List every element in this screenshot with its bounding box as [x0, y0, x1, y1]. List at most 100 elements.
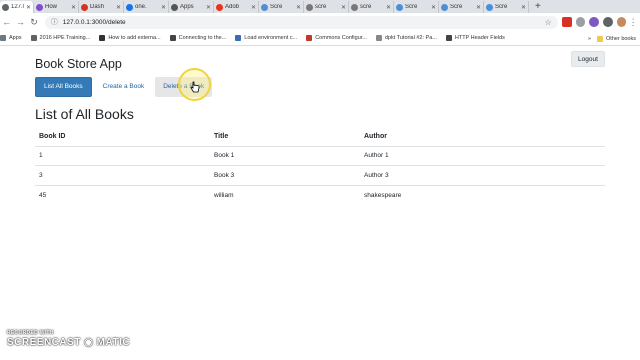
- bookmark-label: Apps: [9, 35, 22, 41]
- cell-author: Author 3: [360, 165, 605, 185]
- tab-close-icon[interactable]: ✕: [296, 4, 301, 11]
- bookmark-favicon-icon: [99, 35, 106, 41]
- tab-title: Scre: [495, 4, 508, 10]
- bookmark-item[interactable]: How to add externa...: [99, 35, 161, 41]
- bookmark-label: Load environment c...: [244, 35, 298, 41]
- site-info-icon[interactable]: ⓘ: [51, 17, 58, 27]
- tab-favicon-icon: [126, 3, 133, 11]
- tab-close-icon[interactable]: ✕: [476, 4, 481, 11]
- browser-tab[interactable]: 127.0✕: [0, 1, 34, 13]
- hand-cursor-icon: [190, 81, 200, 93]
- bookmark-favicon-icon: [169, 35, 176, 41]
- bookmark-label: Commons Configur...: [315, 35, 367, 41]
- other-bookmarks[interactable]: Other books: [597, 35, 636, 42]
- new-tab-icon[interactable]: +: [529, 1, 547, 13]
- tab-close-icon[interactable]: ✕: [251, 4, 256, 11]
- logout-button[interactable]: Logout: [571, 51, 605, 67]
- profile-avatar-icon[interactable]: [616, 17, 627, 27]
- column-header-title: Title: [210, 128, 360, 147]
- bookmark-item[interactable]: dpkt Tutorial #2: Pa...: [375, 35, 437, 41]
- cell-book-id: 1: [35, 145, 210, 166]
- tab-favicon-icon: [441, 3, 448, 11]
- app-title: Book Store App: [35, 57, 122, 71]
- cell-book-id: 45: [35, 184, 210, 205]
- menu-kebab-icon[interactable]: ⋮: [626, 17, 640, 28]
- list-title: List of All Books: [35, 106, 134, 122]
- tab-favicon-icon: [261, 3, 268, 11]
- extension-lock-icon[interactable]: [602, 17, 613, 27]
- tab-close-icon[interactable]: ✕: [431, 4, 436, 11]
- screencast-watermark: RECORDED WITH SCREENCAST ◉ MATIC: [7, 330, 131, 348]
- list-all-books-button[interactable]: List All Books: [35, 76, 92, 97]
- tab-title: Scre: [270, 4, 283, 10]
- tab-title: Scre: [450, 4, 463, 10]
- tab-favicon-icon: [351, 3, 358, 11]
- tab-favicon-icon: [396, 3, 403, 11]
- bookmark-label: Connecting to the...: [178, 35, 227, 41]
- browser-tab[interactable]: Scre ✕: [484, 1, 529, 13]
- browser-tab[interactable]: Adob ✕: [214, 1, 259, 13]
- bookmark-label: dpkt Tutorial #2: Pa...: [384, 35, 437, 41]
- bookmark-item[interactable]: Apps: [0, 35, 22, 41]
- bookmark-favicon-icon: [306, 35, 313, 41]
- bookmark-item[interactable]: HTTP Header Fields: [445, 35, 505, 41]
- cell-title: william: [210, 184, 360, 205]
- extension-grey-icon[interactable]: [575, 17, 586, 27]
- bookmark-item[interactable]: Connecting to the...: [169, 35, 227, 41]
- tab-title: Dash: [90, 4, 105, 10]
- tab-close-icon[interactable]: ✕: [161, 4, 166, 11]
- tab-close-icon[interactable]: ✕: [341, 4, 346, 11]
- tab-favicon-icon: [2, 3, 9, 11]
- cell-author: shakespeare: [360, 184, 605, 205]
- bookmark-star-icon[interactable]: ☆: [545, 18, 552, 27]
- tab-favicon-icon: [81, 3, 88, 11]
- bookmarks-more-icon[interactable]: »: [588, 36, 591, 42]
- extension-abp-icon[interactable]: [561, 17, 572, 27]
- tab-title: Adob: [225, 4, 240, 10]
- browser-tab[interactable]: Scre ✕: [259, 1, 304, 13]
- bookmark-favicon-icon: [235, 35, 242, 41]
- bookmark-label: HTTP Header Fields: [454, 35, 505, 41]
- address-bar[interactable]: ⓘ 127.0.0.1:3000/delete ☆: [44, 15, 558, 29]
- tab-close-icon[interactable]: ✕: [116, 4, 121, 11]
- browser-tab[interactable]: Scre ✕: [439, 1, 484, 13]
- tab-close-icon[interactable]: ✕: [71, 4, 76, 11]
- tab-title: 127.0: [11, 4, 24, 10]
- browser-tab[interactable]: Dash ✕: [79, 1, 124, 13]
- tab-favicon-icon: [306, 3, 313, 11]
- browser-tab-strip: 127.0✕How✕Dash✕one.✕Apps✕Adob✕Scre✕scre✕…: [0, 0, 640, 13]
- bookmark-item[interactable]: 2016 HPE Training...: [30, 35, 91, 41]
- create-book-link[interactable]: Create a Book: [95, 77, 153, 97]
- bookmark-favicon-icon: [30, 35, 37, 41]
- url-text: 127.0.0.1:3000/delete: [62, 18, 126, 26]
- tab-title: one.: [135, 4, 147, 10]
- bookmark-favicon-icon: [375, 35, 382, 41]
- bookmark-item[interactable]: Commons Configur...: [306, 35, 367, 41]
- forward-icon[interactable]: →: [14, 17, 28, 27]
- tab-close-icon[interactable]: ✕: [26, 4, 31, 11]
- cell-book-id: 3: [35, 165, 210, 185]
- table-row: 3 Book 3 Author 3: [35, 165, 605, 185]
- browser-tab[interactable]: Scre ✕: [394, 1, 439, 13]
- browser-tab[interactable]: one. ✕: [124, 1, 169, 13]
- browser-toolbar: ← → ↻ ⓘ 127.0.0.1:3000/delete ☆ ⋮: [0, 13, 640, 31]
- bookmark-label: 2016 HPE Training...: [39, 35, 91, 41]
- browser-tab[interactable]: scre ✕: [304, 1, 349, 13]
- tab-title: How: [45, 4, 58, 10]
- browser-tab[interactable]: scre ✕: [349, 1, 394, 13]
- tab-close-icon[interactable]: ✕: [386, 4, 391, 11]
- folder-icon: [597, 35, 604, 42]
- tab-close-icon[interactable]: ✕: [206, 4, 211, 11]
- browser-tab[interactable]: How ✕: [34, 1, 79, 13]
- tab-close-icon[interactable]: ✕: [521, 4, 526, 11]
- browser-tab[interactable]: Apps ✕: [169, 1, 214, 13]
- column-header-author: Author: [360, 128, 605, 147]
- tab-title: Scre: [405, 4, 418, 10]
- reload-icon[interactable]: ↻: [27, 17, 41, 28]
- cell-title: Book 3: [210, 165, 360, 185]
- bookmarks-bar: Apps 2016 HPE Training... How to add exter…: [0, 31, 640, 46]
- bookmark-item[interactable]: Load environment c...: [235, 35, 297, 41]
- back-icon[interactable]: ←: [0, 17, 14, 27]
- tab-favicon-icon: [36, 3, 43, 11]
- extension-purple-icon[interactable]: [589, 17, 599, 27]
